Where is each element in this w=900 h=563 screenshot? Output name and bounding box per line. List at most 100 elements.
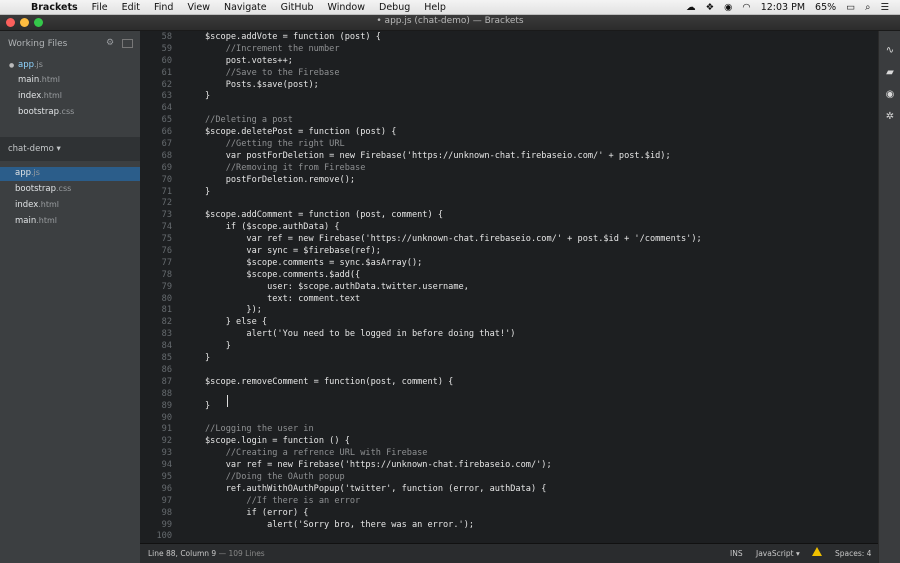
- warning-icon[interactable]: [812, 547, 822, 556]
- code-line[interactable]: 80 text: comment.text: [140, 294, 878, 306]
- code-text[interactable]: } else {: [205, 317, 267, 329]
- menu-file[interactable]: File: [85, 2, 115, 13]
- code-line[interactable]: 91 //Logging the user in: [140, 424, 878, 436]
- code-text[interactable]: $scope.addComment = function (post, comm…: [205, 210, 443, 222]
- project-header[interactable]: chat-demo ▾: [0, 137, 140, 161]
- code-line[interactable]: 67 //Getting the right URL: [140, 139, 878, 151]
- menu-navigate[interactable]: Navigate: [217, 2, 274, 13]
- code-text[interactable]: user: $scope.authData.twitter.username,: [205, 282, 469, 294]
- record-icon[interactable]: ◉: [719, 2, 737, 13]
- code-line[interactable]: 94 var ref = new Firebase('https://unkno…: [140, 460, 878, 472]
- code-line[interactable]: 72: [140, 198, 878, 210]
- code-text[interactable]: $scope.comments = sync.$asArray();: [205, 258, 422, 270]
- working-file-index-html[interactable]: index.html: [18, 91, 62, 101]
- notification-list-icon[interactable]: ☰: [875, 2, 894, 13]
- bug-icon[interactable]: ✲: [883, 111, 897, 123]
- code-line[interactable]: 63}: [140, 91, 878, 103]
- code-text[interactable]: $scope.comments.$add({: [205, 270, 360, 282]
- code-line[interactable]: 78 $scope.comments.$add({: [140, 270, 878, 282]
- code-text[interactable]: }: [205, 341, 231, 353]
- code-text[interactable]: text: comment.text: [205, 294, 360, 306]
- working-file-app-js[interactable]: app.js: [18, 60, 43, 70]
- code-line[interactable]: 70 postForDeletion.remove();: [140, 175, 878, 187]
- menu-app-name[interactable]: Brackets: [24, 2, 85, 13]
- search-icon[interactable]: ⌕: [860, 2, 875, 13]
- code-line[interactable]: 84 }: [140, 341, 878, 353]
- code-text[interactable]: //Save to the Firebase: [205, 68, 340, 80]
- code-text[interactable]: $scope.deletePost = function (post) {: [205, 127, 396, 139]
- code-text[interactable]: if (error) {: [205, 508, 308, 520]
- code-text[interactable]: var ref = new Firebase('https://unknown-…: [205, 234, 701, 246]
- menu-view[interactable]: View: [180, 2, 217, 13]
- eye-icon[interactable]: ◉: [883, 89, 897, 101]
- code-line[interactable]: 61 //Save to the Firebase: [140, 68, 878, 80]
- code-line[interactable]: 58 $scope.addVote = function (post) {: [140, 32, 878, 44]
- gear-icon[interactable]: ⚙: [106, 38, 114, 48]
- code-text[interactable]: //Creating a refrence URL with Firebase: [205, 448, 428, 460]
- code-text[interactable]: ref.authWithOAuthPopup('twitter', functi…: [205, 484, 547, 496]
- code-line[interactable]: 85}: [140, 353, 878, 365]
- cloud-icon[interactable]: ☁: [681, 2, 701, 13]
- code-text[interactable]: $scope.login = function () {: [205, 436, 350, 448]
- code-text[interactable]: $scope.addVote = function (post) {: [205, 32, 381, 44]
- code-text[interactable]: }: [205, 353, 210, 365]
- code-line[interactable]: 99 alert('Sorry bro, there was an error.…: [140, 520, 878, 532]
- code-text[interactable]: }: [205, 91, 210, 103]
- menu-github[interactable]: GitHub: [274, 2, 321, 13]
- code-text[interactable]: var sync = $firebase(ref);: [205, 246, 381, 258]
- code-line[interactable]: 82 } else {: [140, 317, 878, 329]
- code-line[interactable]: 100: [140, 531, 878, 543]
- cursor-position[interactable]: Line 88, Column 9 — 109 Lines: [148, 549, 265, 558]
- extension-manager-icon[interactable]: ▰: [883, 67, 897, 79]
- code-text[interactable]: if ($scope.authData) {: [205, 222, 340, 234]
- code-line[interactable]: 89}: [140, 401, 878, 413]
- code-line[interactable]: 79 user: $scope.authData.twitter.usernam…: [140, 282, 878, 294]
- insert-mode-toggle[interactable]: INS: [730, 549, 743, 558]
- code-line[interactable]: 97 //If there is an error: [140, 496, 878, 508]
- code-text[interactable]: var ref = new Firebase('https://unknown-…: [205, 460, 552, 472]
- code-line[interactable]: 74 if ($scope.authData) {: [140, 222, 878, 234]
- wifi-icon[interactable]: ◠: [737, 2, 755, 13]
- code-line[interactable]: 68 var postForDeletion = new Firebase('h…: [140, 151, 878, 163]
- indentation-setting[interactable]: Spaces: 4: [835, 549, 871, 558]
- code-line[interactable]: 62 Posts.$save(post);: [140, 80, 878, 92]
- code-text[interactable]: alert('Sorry bro, there was an error.');: [205, 520, 474, 532]
- clock-text[interactable]: 12:03 PM: [756, 2, 810, 13]
- battery-icon[interactable]: ▭: [841, 2, 860, 13]
- code-line[interactable]: 95 //Doing the OAuth popup: [140, 472, 878, 484]
- live-preview-icon[interactable]: ∿: [883, 45, 897, 57]
- project-file-bootstrap-css[interactable]: bootstrap.css: [15, 184, 71, 194]
- working-file-main-html[interactable]: main.html: [18, 75, 60, 85]
- code-text[interactable]: var postForDeletion = new Firebase('http…: [205, 151, 671, 163]
- code-line[interactable]: 87 $scope.removeComment = function(post, …: [140, 377, 878, 389]
- menu-debug[interactable]: Debug: [372, 2, 417, 13]
- code-line[interactable]: 75 var ref = new Firebase('https://unkno…: [140, 234, 878, 246]
- code-text[interactable]: Posts.$save(post);: [205, 80, 319, 92]
- menu-window[interactable]: Window: [321, 2, 372, 13]
- code-line[interactable]: 83 alert('You need to be logged in befor…: [140, 329, 878, 341]
- project-file-index-html[interactable]: index.html: [15, 200, 59, 210]
- working-file-bootstrap-css[interactable]: bootstrap.css: [18, 107, 74, 117]
- code-line[interactable]: 76 var sync = $firebase(ref);: [140, 246, 878, 258]
- code-line[interactable]: 92 $scope.login = function () {: [140, 436, 878, 448]
- code-line[interactable]: 64: [140, 103, 878, 115]
- code-text[interactable]: alert('You need to be logged in before d…: [205, 329, 515, 341]
- code-line[interactable]: 86: [140, 365, 878, 377]
- code-text[interactable]: //Logging the user in: [205, 424, 314, 436]
- code-text[interactable]: //Getting the right URL: [205, 139, 345, 151]
- menu-edit[interactable]: Edit: [115, 2, 147, 13]
- code-text[interactable]: post.votes++;: [205, 56, 293, 68]
- code-text[interactable]: }: [205, 401, 210, 413]
- code-line[interactable]: 59 //Increment the number: [140, 44, 878, 56]
- code-text[interactable]: //Deleting a post: [205, 115, 293, 127]
- code-text[interactable]: //Doing the OAuth popup: [205, 472, 345, 484]
- project-dropdown[interactable]: chat-demo ▾: [8, 144, 61, 154]
- code-line[interactable]: 98 if (error) {: [140, 508, 878, 520]
- menu-help[interactable]: Help: [417, 2, 453, 13]
- dropbox-icon[interactable]: ❖: [701, 2, 720, 13]
- code-text[interactable]: //Removing it from Firebase: [205, 163, 366, 175]
- code-line[interactable]: 96 ref.authWithOAuthPopup('twitter', fun…: [140, 484, 878, 496]
- code-line[interactable]: 93 //Creating a refrence URL with Fireba…: [140, 448, 878, 460]
- code-line[interactable]: 88: [140, 389, 878, 401]
- project-file-main-html[interactable]: main.html: [15, 216, 57, 226]
